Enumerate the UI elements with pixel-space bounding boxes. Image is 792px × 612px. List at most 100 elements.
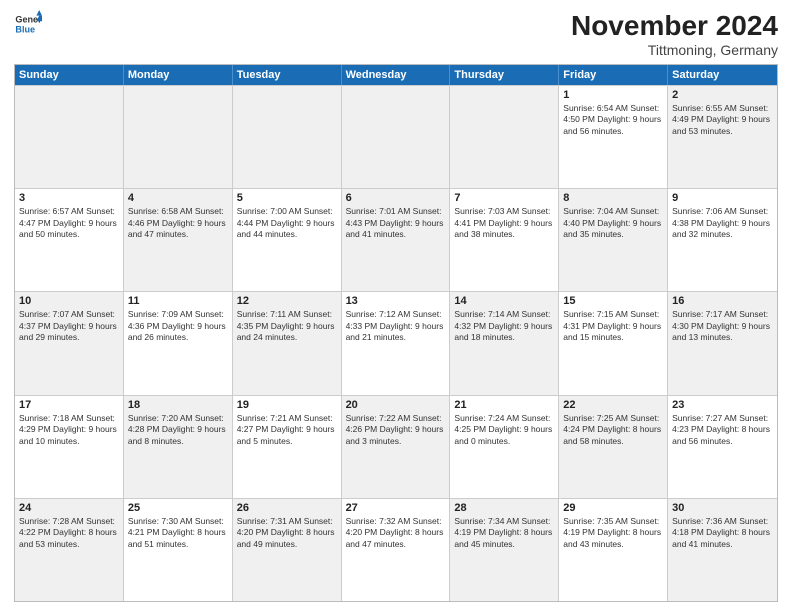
day-cell-20: 20 Sunrise: 7:22 AM Sunset: 4:26 PM Dayli… [342, 396, 451, 498]
day-number: 20 [346, 399, 446, 411]
page: General Blue November 2024 Tittmoning, G… [0, 0, 792, 612]
day-cell-25: 25 Sunrise: 7:30 AM Sunset: 4:21 PM Dayli… [124, 499, 233, 601]
day-number: 28 [454, 502, 554, 514]
day-number: 17 [19, 399, 119, 411]
calendar: SundayMondayTuesdayWednesdayThursdayFrid… [14, 64, 778, 602]
day-cell-23: 23Sunrise: 7:27 AM Sunset: 4:23 PM Dayli… [668, 396, 777, 498]
day-info: Sunrise: 7:30 AM Sunset: 4:21 PM Dayligh… [128, 516, 228, 550]
day-cell-16: 16 Sunrise: 7:17 AM Sunset: 4:30 PM Dayli… [668, 292, 777, 394]
header: General Blue November 2024 Tittmoning, G… [14, 10, 778, 58]
location-title: Tittmoning, Germany [571, 42, 778, 58]
day-info: Sunrise: 7:20 AM Sunset: 4:28 PM Dayligh… [128, 413, 228, 447]
day-info: Sunrise: 6:54 AM Sunset: 4:50 PM Dayligh… [563, 103, 663, 137]
day-info: Sunrise: 7:11 AM Sunset: 4:35 PM Dayligh… [237, 309, 337, 343]
day-info: Sunrise: 7:03 AM Sunset: 4:41 PM Dayligh… [454, 206, 554, 240]
day-number: 27 [346, 502, 446, 514]
day-info: Sunrise: 7:36 AM Sunset: 4:18 PM Dayligh… [672, 516, 773, 550]
day-cell-29: 29 Sunrise: 7:35 AM Sunset: 4:19 PM Dayli… [559, 499, 668, 601]
day-number: 1 [563, 89, 663, 101]
logo: General Blue [14, 10, 44, 38]
day-cell-11: 11 Sunrise: 7:09 AM Sunset: 4:36 PM Dayli… [124, 292, 233, 394]
day-number: 29 [563, 502, 663, 514]
day-cell-18: 18 Sunrise: 7:20 AM Sunset: 4:28 PM Dayli… [124, 396, 233, 498]
calendar-row-4: 24 Sunrise: 7:28 AM Sunset: 4:22 PM Dayli… [15, 498, 777, 601]
day-cell-5: 5 Sunrise: 7:00 AM Sunset: 4:44 PM Daylig… [233, 189, 342, 291]
day-cell-30: 30 Sunrise: 7:36 AM Sunset: 4:18 PM Dayli… [668, 499, 777, 601]
day-cell-12: 12 Sunrise: 7:11 AM Sunset: 4:35 PM Dayli… [233, 292, 342, 394]
day-number: 4 [128, 192, 228, 204]
empty-cell-0-4 [450, 86, 559, 188]
day-number: 25 [128, 502, 228, 514]
day-info: Sunrise: 7:18 AM Sunset: 4:29 PM Dayligh… [19, 413, 119, 447]
day-number: 24 [19, 502, 119, 514]
day-cell-3: 3Sunrise: 6:57 AM Sunset: 4:47 PM Daylig… [15, 189, 124, 291]
day-info: Sunrise: 7:24 AM Sunset: 4:25 PM Dayligh… [454, 413, 554, 447]
day-info: Sunrise: 7:04 AM Sunset: 4:40 PM Dayligh… [563, 206, 663, 240]
day-cell-14: 14Sunrise: 7:14 AM Sunset: 4:32 PM Dayli… [450, 292, 559, 394]
header-day-sunday: Sunday [15, 65, 124, 85]
day-number: 22 [563, 399, 663, 411]
day-info: Sunrise: 7:07 AM Sunset: 4:37 PM Dayligh… [19, 309, 119, 343]
day-number: 18 [128, 399, 228, 411]
day-number: 19 [237, 399, 337, 411]
day-cell-27: 27 Sunrise: 7:32 AM Sunset: 4:20 PM Dayli… [342, 499, 451, 601]
empty-cell-0-3 [342, 86, 451, 188]
empty-cell-0-0 [15, 86, 124, 188]
day-info: Sunrise: 7:06 AM Sunset: 4:38 PM Dayligh… [672, 206, 773, 240]
header-day-saturday: Saturday [668, 65, 777, 85]
day-cell-2: 2Sunrise: 6:55 AM Sunset: 4:49 PM Daylig… [668, 86, 777, 188]
day-info: Sunrise: 7:12 AM Sunset: 4:33 PM Dayligh… [346, 309, 446, 343]
day-number: 2 [672, 89, 773, 101]
header-day-wednesday: Wednesday [342, 65, 451, 85]
day-number: 12 [237, 295, 337, 307]
calendar-body: 1 Sunrise: 6:54 AM Sunset: 4:50 PM Daylig… [15, 85, 777, 601]
day-number: 13 [346, 295, 446, 307]
header-day-friday: Friday [559, 65, 668, 85]
day-cell-1: 1 Sunrise: 6:54 AM Sunset: 4:50 PM Daylig… [559, 86, 668, 188]
empty-cell-0-1 [124, 86, 233, 188]
day-number: 6 [346, 192, 446, 204]
day-info: Sunrise: 7:17 AM Sunset: 4:30 PM Dayligh… [672, 309, 773, 343]
day-number: 16 [672, 295, 773, 307]
day-number: 9 [672, 192, 773, 204]
title-block: November 2024 Tittmoning, Germany [571, 10, 778, 58]
day-number: 30 [672, 502, 773, 514]
day-cell-22: 22 Sunrise: 7:25 AM Sunset: 4:24 PM Dayli… [559, 396, 668, 498]
day-cell-7: 7Sunrise: 7:03 AM Sunset: 4:41 PM Daylig… [450, 189, 559, 291]
day-cell-8: 8Sunrise: 7:04 AM Sunset: 4:40 PM Daylig… [559, 189, 668, 291]
header-day-monday: Monday [124, 65, 233, 85]
day-info: Sunrise: 7:32 AM Sunset: 4:20 PM Dayligh… [346, 516, 446, 550]
day-info: Sunrise: 7:21 AM Sunset: 4:27 PM Dayligh… [237, 413, 337, 447]
day-info: Sunrise: 6:58 AM Sunset: 4:46 PM Dayligh… [128, 206, 228, 240]
day-cell-17: 17 Sunrise: 7:18 AM Sunset: 4:29 PM Dayli… [15, 396, 124, 498]
logo-icon: General Blue [14, 10, 42, 38]
day-info: Sunrise: 7:35 AM Sunset: 4:19 PM Dayligh… [563, 516, 663, 550]
empty-cell-0-2 [233, 86, 342, 188]
day-info: Sunrise: 7:09 AM Sunset: 4:36 PM Dayligh… [128, 309, 228, 343]
day-number: 5 [237, 192, 337, 204]
header-day-tuesday: Tuesday [233, 65, 342, 85]
day-info: Sunrise: 7:00 AM Sunset: 4:44 PM Dayligh… [237, 206, 337, 240]
calendar-row-0: 1 Sunrise: 6:54 AM Sunset: 4:50 PM Daylig… [15, 85, 777, 188]
calendar-row-2: 10Sunrise: 7:07 AM Sunset: 4:37 PM Dayli… [15, 291, 777, 394]
day-cell-15: 15Sunrise: 7:15 AM Sunset: 4:31 PM Dayli… [559, 292, 668, 394]
day-info: Sunrise: 7:22 AM Sunset: 4:26 PM Dayligh… [346, 413, 446, 447]
calendar-header: SundayMondayTuesdayWednesdayThursdayFrid… [15, 65, 777, 85]
day-cell-9: 9 Sunrise: 7:06 AM Sunset: 4:38 PM Daylig… [668, 189, 777, 291]
day-number: 14 [454, 295, 554, 307]
month-title: November 2024 [571, 10, 778, 42]
day-info: Sunrise: 7:15 AM Sunset: 4:31 PM Dayligh… [563, 309, 663, 343]
day-info: Sunrise: 7:27 AM Sunset: 4:23 PM Dayligh… [672, 413, 773, 447]
day-cell-19: 19 Sunrise: 7:21 AM Sunset: 4:27 PM Dayli… [233, 396, 342, 498]
day-cell-26: 26Sunrise: 7:31 AM Sunset: 4:20 PM Dayli… [233, 499, 342, 601]
header-day-thursday: Thursday [450, 65, 559, 85]
day-cell-13: 13 Sunrise: 7:12 AM Sunset: 4:33 PM Dayli… [342, 292, 451, 394]
day-number: 3 [19, 192, 119, 204]
day-info: Sunrise: 7:25 AM Sunset: 4:24 PM Dayligh… [563, 413, 663, 447]
day-number: 11 [128, 295, 228, 307]
day-info: Sunrise: 7:01 AM Sunset: 4:43 PM Dayligh… [346, 206, 446, 240]
day-cell-6: 6 Sunrise: 7:01 AM Sunset: 4:43 PM Daylig… [342, 189, 451, 291]
day-info: Sunrise: 7:28 AM Sunset: 4:22 PM Dayligh… [19, 516, 119, 550]
calendar-row-1: 3Sunrise: 6:57 AM Sunset: 4:47 PM Daylig… [15, 188, 777, 291]
day-cell-24: 24 Sunrise: 7:28 AM Sunset: 4:22 PM Dayli… [15, 499, 124, 601]
